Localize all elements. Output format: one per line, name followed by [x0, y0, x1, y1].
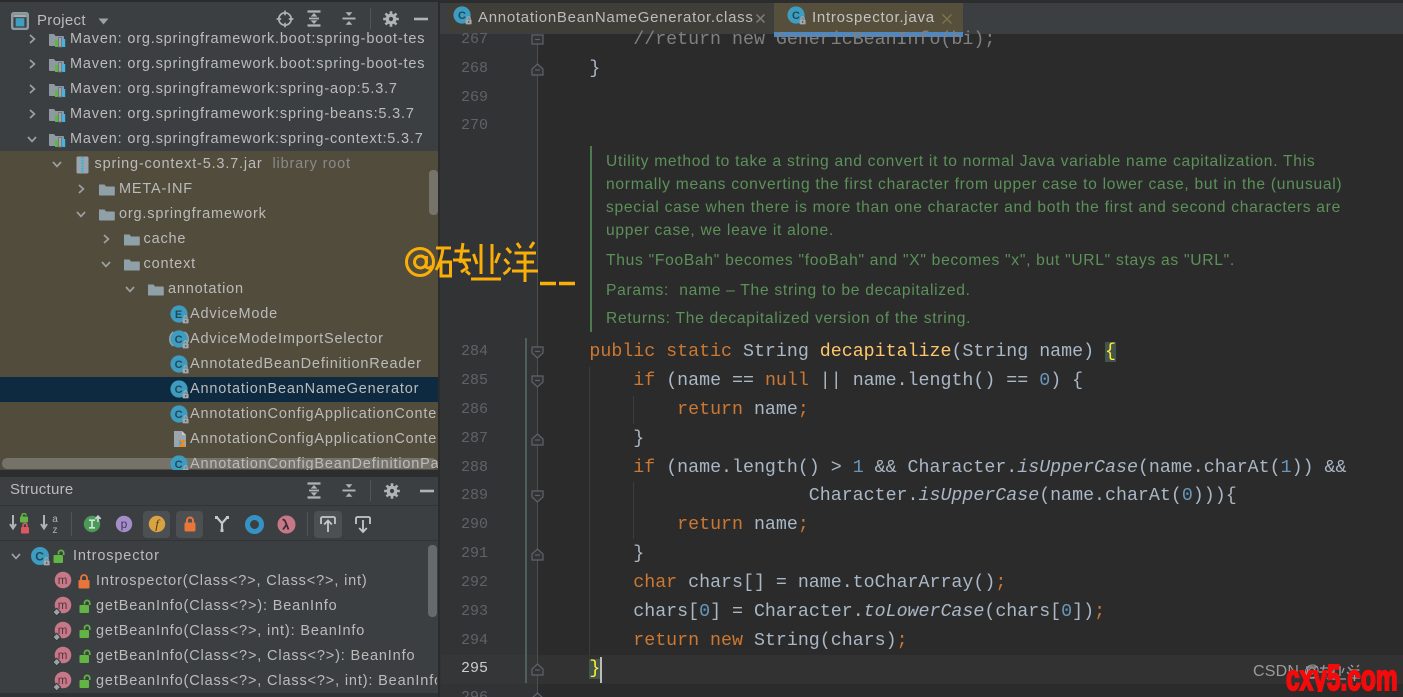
- svg-text:a: a: [52, 514, 58, 525]
- svg-text:m: m: [58, 600, 68, 612]
- svg-text:C: C: [792, 10, 800, 22]
- svg-text:C: C: [458, 10, 466, 22]
- svg-text:m: m: [58, 675, 68, 687]
- svg-text:C: C: [175, 409, 184, 421]
- svg-text:C: C: [175, 384, 184, 396]
- svg-text:C: C: [35, 549, 45, 563]
- svg-text:C: C: [175, 359, 184, 371]
- svg-text:C: C: [175, 334, 184, 346]
- svg-text:E: E: [175, 309, 183, 321]
- svg-text:m: m: [58, 575, 68, 587]
- svg-text:z: z: [53, 525, 58, 535]
- svg-text:p: p: [121, 517, 128, 531]
- svg-text:m: m: [58, 625, 68, 637]
- svg-text:m: m: [58, 650, 68, 662]
